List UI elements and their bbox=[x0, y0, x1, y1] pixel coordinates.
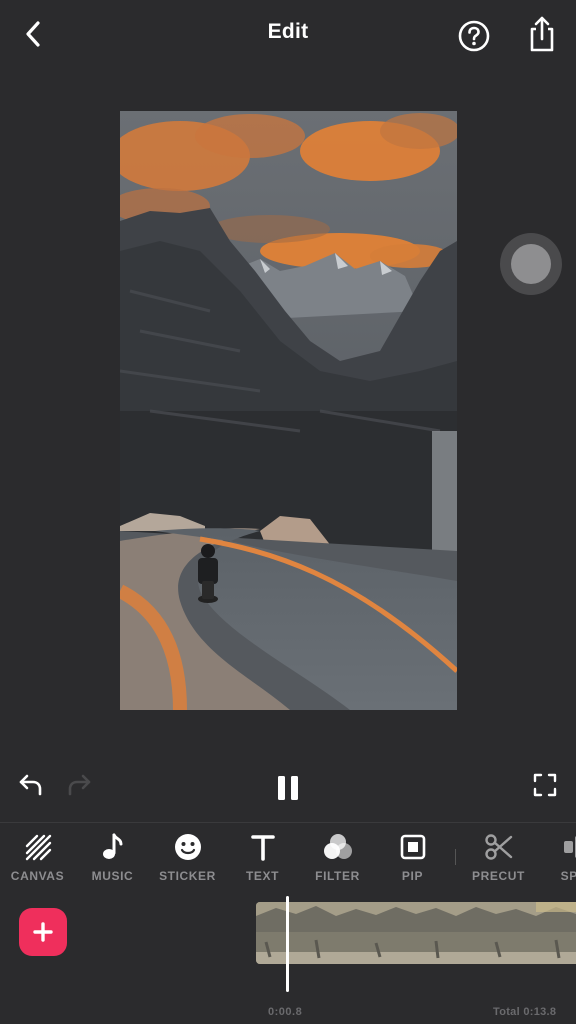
tool-label: FILTER bbox=[315, 869, 360, 883]
pip-icon bbox=[399, 831, 427, 863]
music-note-icon bbox=[101, 831, 125, 863]
edit-toolbar: CANVAS MUSIC STICKER TEXT FILTER PIP PRE… bbox=[0, 822, 576, 892]
timeline-clip[interactable] bbox=[256, 902, 576, 964]
current-time: 0:00.8 bbox=[268, 1006, 303, 1018]
filter-icon bbox=[322, 831, 354, 863]
fullscreen-icon bbox=[533, 773, 557, 797]
tool-label: STICKER bbox=[159, 869, 216, 883]
smiley-icon bbox=[173, 831, 203, 863]
playhead[interactable] bbox=[286, 896, 289, 992]
undo-icon bbox=[19, 774, 42, 796]
tool-sticker[interactable]: STICKER bbox=[150, 831, 225, 891]
video-frame-image bbox=[120, 111, 457, 710]
tool-label: CANVAS bbox=[10, 869, 65, 883]
canvas-icon bbox=[24, 831, 52, 863]
tool-label: PRECUT bbox=[472, 869, 525, 883]
add-media-button[interactable] bbox=[19, 908, 67, 956]
plus-icon bbox=[33, 922, 53, 942]
redo-icon bbox=[68, 774, 91, 796]
record-button[interactable] bbox=[500, 233, 562, 295]
total-time: Total 0:13.8 bbox=[493, 1006, 557, 1018]
tool-pip[interactable]: PIP bbox=[375, 831, 450, 891]
help-button[interactable] bbox=[452, 14, 496, 58]
undo-button[interactable] bbox=[14, 768, 48, 802]
top-bar: Edit bbox=[0, 0, 576, 70]
question-circle-icon bbox=[458, 20, 490, 52]
record-icon bbox=[511, 244, 551, 284]
tool-speed[interactable]: SPE bbox=[536, 831, 576, 891]
pause-icon bbox=[278, 776, 298, 800]
video-preview[interactable] bbox=[120, 111, 457, 710]
text-icon bbox=[250, 831, 276, 863]
pause-button[interactable] bbox=[266, 766, 310, 810]
tool-canvas[interactable]: CANVAS bbox=[0, 831, 75, 891]
tool-label: SPE bbox=[560, 869, 576, 883]
toolbar-divider bbox=[455, 849, 456, 865]
redo-button[interactable] bbox=[62, 768, 96, 802]
tool-label: MUSIC bbox=[91, 869, 134, 883]
scissors-icon bbox=[484, 831, 514, 863]
tool-label: PIP bbox=[401, 869, 424, 883]
share-upload-icon bbox=[530, 16, 554, 52]
tool-filter[interactable]: FILTER bbox=[300, 831, 375, 891]
speed-icon bbox=[559, 831, 576, 863]
fullscreen-button[interactable] bbox=[528, 768, 562, 802]
share-button[interactable] bbox=[520, 12, 564, 56]
tool-label: TEXT bbox=[245, 869, 280, 883]
playback-controls bbox=[0, 760, 576, 808]
tool-music[interactable]: MUSIC bbox=[75, 831, 150, 891]
tool-text[interactable]: TEXT bbox=[225, 831, 300, 891]
timeline-thumbnails bbox=[256, 902, 576, 964]
tool-precut[interactable]: PRECUT bbox=[461, 831, 536, 891]
